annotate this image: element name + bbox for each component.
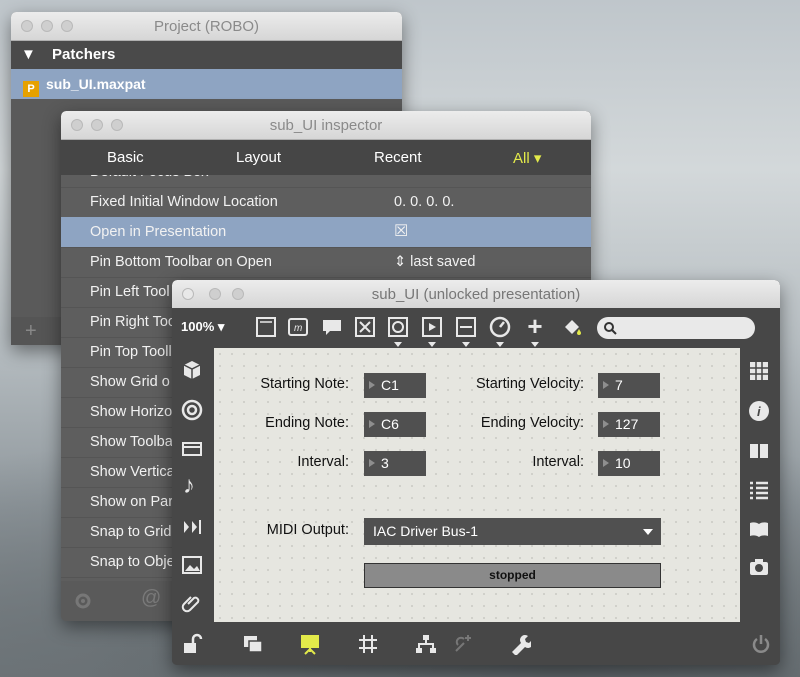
camera-icon[interactable] — [748, 556, 770, 578]
checkbox[interactable]: ☒ — [394, 217, 408, 247]
target-icon[interactable] — [181, 399, 203, 421]
search-input[interactable] — [597, 317, 755, 339]
interval-label: Interval: — [297, 454, 349, 470]
new-view-icon[interactable] — [242, 633, 264, 655]
chevron-down-icon — [643, 529, 653, 535]
bottom-toolbar — [172, 623, 780, 665]
window-title: sub_UI inspector — [269, 117, 383, 134]
section-label: Patchers — [52, 46, 116, 63]
starting-velocity-number[interactable]: 7 — [598, 373, 660, 398]
attribute-value[interactable]: ⇕ last saved — [394, 247, 475, 277]
music-note-icon[interactable]: ♪ — [183, 472, 205, 499]
at-sign-icon[interactable]: @ — [141, 587, 161, 610]
velocity-interval-number[interactable]: 10 — [598, 451, 660, 476]
open-book-icon[interactable] — [748, 518, 770, 540]
top-toolbar: 100% ▾ m + — [172, 308, 780, 347]
starting-note-label: Starting Note: — [260, 376, 349, 392]
paperclip-icon[interactable] — [181, 592, 203, 614]
attribute-label: Show Vertica — [90, 464, 175, 480]
attribute-row[interactable]: Fixed Initial Window Location 0. 0. 0. 0. — [61, 187, 591, 218]
power-icon[interactable] — [750, 633, 772, 655]
message-box-icon[interactable]: m — [286, 315, 310, 339]
attribute-label: Show Grid o — [90, 374, 170, 390]
search-icon — [604, 322, 617, 335]
attribute-label: Show Toolba — [90, 434, 173, 450]
attribute-label: Pin Left Tool — [90, 284, 170, 300]
ending-velocity-number[interactable]: 127 — [598, 412, 660, 437]
attribute-value[interactable]: 0. 0. 0. 0. — [394, 187, 454, 217]
button-object-icon[interactable] — [386, 315, 410, 347]
media-icon[interactable] — [181, 438, 203, 460]
tab-basic[interactable]: Basic — [107, 149, 144, 166]
dial-icon[interactable] — [488, 315, 512, 347]
tab-recent[interactable]: Recent — [374, 149, 422, 166]
comment-icon[interactable] — [320, 315, 344, 339]
interval-label: Interval: — [532, 454, 584, 470]
hierarchy-icon[interactable] — [415, 633, 437, 655]
attribute-label: Show on Par — [90, 494, 174, 510]
window-title: sub_UI (unlocked presentation) — [371, 286, 581, 303]
list-icon[interactable] — [748, 479, 770, 501]
info-icon[interactable]: i — [748, 400, 770, 422]
patcher-titlebar: sub_UI (unlocked presentation) — [172, 280, 780, 309]
svg-text:m: m — [294, 323, 302, 334]
tab-all[interactable]: All ▾ — [513, 149, 541, 167]
attribute-label: Pin Right Too — [90, 314, 176, 330]
playbar-icon[interactable] — [420, 315, 444, 347]
unlock-icon[interactable] — [181, 633, 203, 655]
file-name: sub_UI.maxpat — [46, 76, 146, 92]
zoom-menu[interactable]: 100% ▾ — [181, 319, 224, 335]
ending-velocity-label: Ending Velocity: — [480, 415, 584, 431]
ending-note-label: Ending Note: — [265, 415, 349, 431]
image-icon[interactable] — [181, 554, 203, 576]
add-object-icon[interactable]: + — [523, 313, 547, 347]
starting-velocity-label: Starting Velocity: — [476, 376, 584, 392]
inspector-titlebar: sub_UI inspector — [61, 111, 591, 140]
attribute-label: Pin Bottom Toolbar on Open — [90, 254, 272, 270]
slider-icon[interactable] — [454, 315, 478, 347]
add-icon[interactable]: + — [25, 320, 37, 342]
attribute-label: Default Focus Box — [90, 175, 208, 187]
object-box-icon[interactable] — [254, 315, 278, 339]
attribute-row[interactable]: Pin Bottom Toolbar on Open ⇕ last saved — [61, 247, 591, 278]
grid-icon[interactable] — [357, 633, 379, 655]
attribute-label: Pin Top Tooll — [90, 344, 172, 360]
status-message[interactable]: stopped — [364, 563, 661, 588]
reference-book-icon[interactable] — [748, 440, 770, 462]
attribute-label: Open in Presentation — [90, 224, 227, 240]
inspector-tabs: Basic Layout Recent All ▾ — [61, 140, 591, 175]
file-item-sub-ui[interactable]: Psub_UI.maxpat — [11, 69, 402, 99]
zoom-level: 100% — [181, 319, 215, 334]
svg-text:i: i — [757, 404, 761, 419]
patchers-section-header[interactable]: ▼ Patchers — [11, 41, 402, 69]
attribute-label: Snap to Grid — [90, 524, 172, 540]
attribute-label: Snap to Obje — [90, 554, 175, 570]
debug-icon[interactable] — [452, 633, 474, 655]
attribute-row[interactable]: Open in Presentation ☒ — [61, 217, 591, 248]
midi-output-menu[interactable]: IAC Driver Bus-1 — [364, 518, 661, 545]
gear-icon[interactable] — [73, 591, 93, 611]
midi-output-value: IAC Driver Bus-1 — [373, 523, 479, 539]
project-titlebar: Project (ROBO) — [11, 12, 402, 41]
patcher-window: sub_UI (unlocked presentation) 100% ▾ m … — [172, 280, 780, 665]
wrench-icon[interactable] — [509, 633, 531, 655]
patcher-file-icon: P — [23, 81, 39, 97]
tab-layout[interactable]: Layout — [236, 149, 281, 166]
paint-bucket-icon[interactable] — [560, 315, 584, 339]
midi-output-label: MIDI Output: — [266, 522, 349, 538]
toggle-icon[interactable] — [353, 315, 377, 339]
window-title: Project (ROBO) — [153, 18, 259, 35]
presentation-canvas[interactable]: Starting Note: Ending Note: Interval: C1… — [214, 348, 740, 622]
presentation-mode-icon[interactable] — [299, 633, 321, 655]
keyboard-grid-icon[interactable] — [748, 360, 770, 382]
attribute-label: Show Horizo — [90, 404, 173, 420]
sequencer-icon[interactable] — [181, 516, 203, 538]
attribute-label: Fixed Initial Window Location — [90, 194, 278, 210]
cube-icon[interactable] — [181, 359, 203, 381]
disclosure-triangle-icon[interactable]: ▼ — [21, 46, 36, 63]
